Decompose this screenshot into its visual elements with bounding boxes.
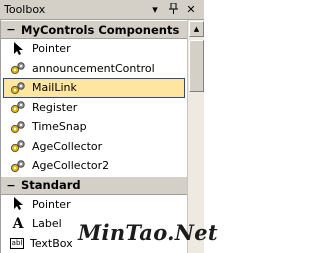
vertical-scrollbar[interactable]: ▲ bbox=[187, 20, 204, 253]
gear-component-icon bbox=[10, 80, 26, 96]
toolbox-title: Toolbox bbox=[4, 3, 46, 16]
toolbox-title-bar: Toolbox ▾ ✕ bbox=[0, 0, 204, 20]
item-label: Pointer bbox=[32, 42, 71, 56]
toolbox-panel: − MyControls Components Pointer announce… bbox=[0, 20, 187, 253]
label-icon: A bbox=[12, 215, 24, 232]
item-label: Pointer bbox=[32, 197, 71, 211]
item-label: TimeSnap bbox=[32, 120, 87, 134]
toolbox-item-maillink[interactable]: MailLink bbox=[3, 78, 185, 98]
gear-component-icon bbox=[10, 138, 26, 154]
gear-component-icon bbox=[10, 99, 26, 115]
category-label: MyControls Components bbox=[21, 22, 180, 37]
scroll-up-icon[interactable]: ▲ bbox=[189, 21, 204, 37]
pointer-icon bbox=[10, 41, 26, 57]
item-label: AgeCollector bbox=[32, 139, 103, 153]
textbox-icon: abl bbox=[10, 237, 24, 249]
pointer-icon bbox=[10, 196, 26, 212]
item-label: MailLink bbox=[32, 81, 77, 95]
toolbox-item-pointer[interactable]: Pointer bbox=[3, 195, 185, 215]
item-label: TextBox bbox=[30, 236, 73, 250]
category-header-mycontrols[interactable]: − MyControls Components bbox=[1, 20, 187, 39]
close-icon[interactable]: ✕ bbox=[184, 3, 198, 17]
collapse-icon[interactable]: − bbox=[1, 179, 21, 192]
gear-component-icon bbox=[10, 60, 26, 76]
toolbox-item-announcementcontrol[interactable]: announcementControl bbox=[3, 59, 185, 79]
item-label: Register bbox=[32, 100, 78, 114]
gear-component-icon bbox=[10, 119, 26, 135]
item-label: AgeCollector2 bbox=[32, 159, 110, 173]
item-label: Label bbox=[32, 217, 62, 231]
watermark: MinTao.Net bbox=[78, 220, 218, 245]
toolbox-item-agecollector2[interactable]: AgeCollector2 bbox=[3, 156, 185, 176]
scroll-thumb[interactable] bbox=[189, 40, 204, 92]
toolbox-item-register[interactable]: Register bbox=[3, 98, 185, 118]
pin-icon[interactable] bbox=[166, 2, 180, 17]
collapse-icon[interactable]: − bbox=[1, 23, 21, 36]
toolbox-item-agecollector[interactable]: AgeCollector bbox=[3, 137, 185, 157]
dropdown-icon[interactable]: ▾ bbox=[148, 3, 162, 17]
category-header-standard[interactable]: − Standard bbox=[1, 175, 187, 195]
toolbox-item-timesnap[interactable]: TimeSnap bbox=[3, 117, 185, 137]
item-label: announcementControl bbox=[32, 61, 155, 75]
gear-component-icon bbox=[10, 158, 26, 174]
toolbox-item-pointer[interactable]: Pointer bbox=[3, 39, 185, 59]
category-label: Standard bbox=[21, 178, 81, 192]
